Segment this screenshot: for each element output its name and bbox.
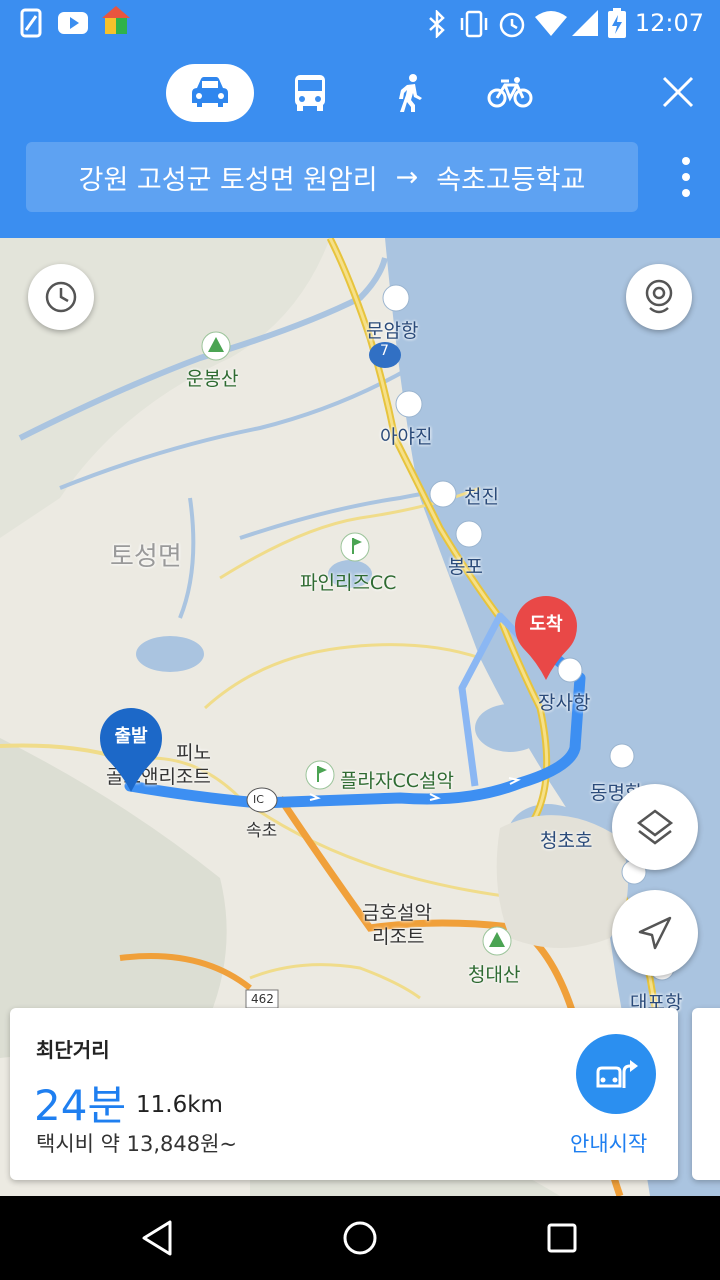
tosungmyeon-label: 토성면: [110, 542, 182, 572]
more-options-button[interactable]: [678, 156, 694, 198]
layers-button[interactable]: [612, 784, 698, 870]
jangsahang-label: 장사항: [538, 692, 591, 714]
cheongdaesan-label: 청대산: [468, 964, 521, 986]
back-button[interactable]: [134, 1214, 182, 1262]
battery-charging-icon: [608, 8, 626, 42]
plaza-cc-label: 플라자CC설악: [340, 770, 454, 792]
geumho-label-line2: 리조트: [372, 926, 425, 948]
street-view-icon: [645, 279, 673, 314]
more-vert-icon: [682, 157, 690, 197]
ayajin-label: 아야진: [380, 426, 433, 448]
route-header: 강원 고성군 토성면 원암리 → 속초고등학교: [0, 48, 720, 238]
route-duration: 24분: [34, 1081, 127, 1130]
road-7-label: 7: [380, 343, 389, 359]
home-button[interactable]: [336, 1214, 384, 1262]
route-summary-field[interactable]: 강원 고성군 토성면 원암리 → 속초고등학교: [26, 142, 638, 212]
recents-button[interactable]: [538, 1214, 586, 1262]
walk-icon: [399, 74, 422, 112]
car-mode-button[interactable]: [166, 64, 254, 122]
street-view-button[interactable]: [626, 264, 692, 330]
taxi-fare: 택시비 약 13,848원~: [36, 1132, 238, 1156]
close-button[interactable]: [656, 70, 700, 114]
bus-icon: [295, 75, 325, 111]
start-pin-label: 출발: [114, 726, 148, 747]
layers-icon: [636, 809, 674, 845]
car-turn-icon: [596, 1060, 638, 1088]
recents-icon: [547, 1223, 577, 1253]
start-pin[interactable]: 출발: [100, 708, 162, 792]
status-time: 12:07: [634, 9, 704, 37]
route-arrow: →: [395, 161, 419, 193]
start-pin-marker: [100, 708, 162, 792]
sokcho-label: 속초: [246, 821, 278, 841]
route-option-label: 최단거리: [36, 1038, 110, 1062]
navigation-arrow-icon: [638, 916, 672, 950]
history-button[interactable]: [28, 264, 94, 330]
system-nav-bar: [0, 1196, 720, 1280]
cell-signal-icon: [572, 10, 598, 40]
bike-icon: [487, 77, 533, 108]
car-icon: [192, 77, 228, 107]
route-distance: 11.6km: [136, 1092, 223, 1118]
my-location-button[interactable]: [612, 890, 698, 976]
home-icon: [343, 1221, 377, 1255]
unbongsan-label: 운봉산: [186, 368, 239, 390]
wifi-icon: [534, 10, 568, 40]
bus-mode-button[interactable]: [266, 64, 354, 122]
back-icon: [142, 1220, 172, 1256]
cheongchoho-label: 청초호: [540, 830, 593, 852]
end-pin[interactable]: 도착: [515, 596, 577, 680]
origin-text: 강원 고성군 토성면 원암리: [78, 164, 378, 196]
walk-mode-button[interactable]: [366, 64, 454, 122]
route-card[interactable]: 최단거리 24분 11.6km 택시비 약 13,848원~ 안내시작: [10, 1008, 678, 1180]
pino-label-line1: 피노: [176, 742, 211, 764]
start-navigation-label: 안내시작: [570, 1132, 648, 1156]
status-bar: 12:07: [0, 0, 720, 48]
clock-icon: [45, 281, 77, 313]
notification-icon: [20, 8, 42, 42]
start-navigation-button[interactable]: [576, 1034, 656, 1114]
end-pin-label: 도착: [529, 614, 563, 635]
close-icon: [662, 76, 694, 108]
bike-mode-button[interactable]: [466, 64, 554, 122]
munamhang-label: 문암항: [366, 320, 419, 342]
end-pin-marker: [515, 596, 577, 680]
next-route-card[interactable]: [692, 1008, 720, 1180]
bluetooth-icon: [428, 8, 446, 42]
alarm-icon: [498, 9, 526, 43]
road-462-label: 462: [251, 992, 274, 1006]
youtube-icon: [58, 12, 88, 38]
destination-text: 속초고등학교: [436, 164, 586, 196]
geumho-label-line1: 금호설악: [362, 902, 432, 924]
cheonjin-label: 천진: [464, 486, 499, 508]
ic-label: IC: [253, 793, 264, 806]
vibrate-icon: [458, 10, 490, 42]
bongpo-label: 봉포: [448, 556, 483, 578]
pinerizcc-label: 파인리즈CC: [300, 572, 397, 594]
home-app-icon: [102, 6, 130, 40]
